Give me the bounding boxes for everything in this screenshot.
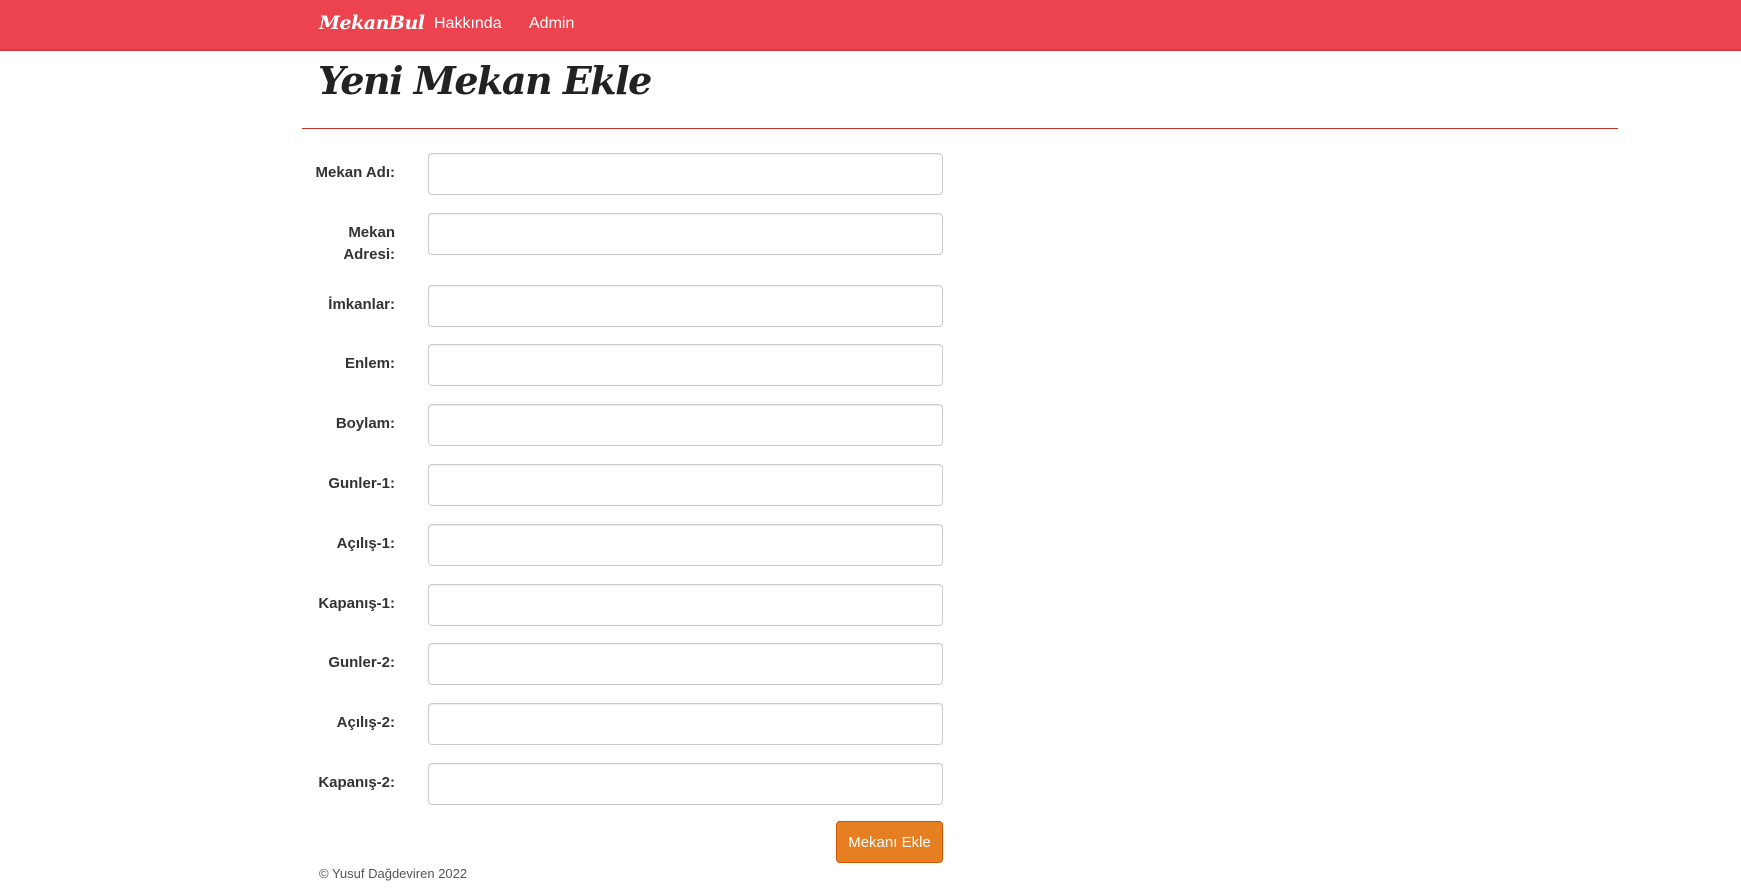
kapanis-1-input[interactable] (428, 584, 943, 626)
mekan-adresi-input[interactable] (428, 213, 943, 255)
kapanis-2-input[interactable] (428, 763, 943, 805)
add-place-button[interactable]: Mekanı Ekle (836, 821, 943, 863)
mekan-adi-label: Mekan Adı: (315, 164, 395, 181)
acilis-2-input[interactable] (428, 703, 943, 745)
kapanis-2-label: Kapanış-2: (318, 774, 395, 791)
footer-copyright: © Yusuf Dağdeviren 2022 (319, 866, 468, 881)
brand-logo-link[interactable]: MekanBul (319, 12, 425, 34)
imkanlar-input[interactable] (428, 285, 943, 327)
gunler-2-input[interactable] (428, 643, 943, 685)
acilis-2-label: Açılış-2: (336, 714, 395, 731)
nav-link-hakkinda[interactable]: Hakkında (434, 15, 502, 33)
mekan-adresi-label: Mekan Adresi: (343, 224, 395, 263)
enlem-label: Enlem: (344, 355, 395, 372)
gunler-2-label: Gunler-2: (328, 654, 395, 671)
acilis-1-input[interactable] (428, 524, 943, 566)
mekan-adi-input[interactable] (428, 153, 943, 195)
kapanis-1-label: Kapanış-1: (318, 595, 395, 612)
boylam-label: Boylam: (335, 415, 395, 432)
gunler-1-input[interactable] (428, 464, 943, 506)
boylam-input[interactable] (428, 404, 943, 446)
nav-link-admin[interactable]: Admin (529, 15, 574, 33)
title-divider (302, 128, 1618, 129)
imkanlar-label: İmkanlar: (328, 296, 395, 313)
top-navbar: MekanBul Hakkında Admin (0, 0, 1741, 51)
gunler-1-label: Gunler-1: (328, 475, 395, 492)
acilis-1-label: Açılış-1: (336, 535, 395, 552)
page-title: Yeni Mekan Ekle (318, 58, 652, 103)
enlem-input[interactable] (428, 344, 943, 386)
